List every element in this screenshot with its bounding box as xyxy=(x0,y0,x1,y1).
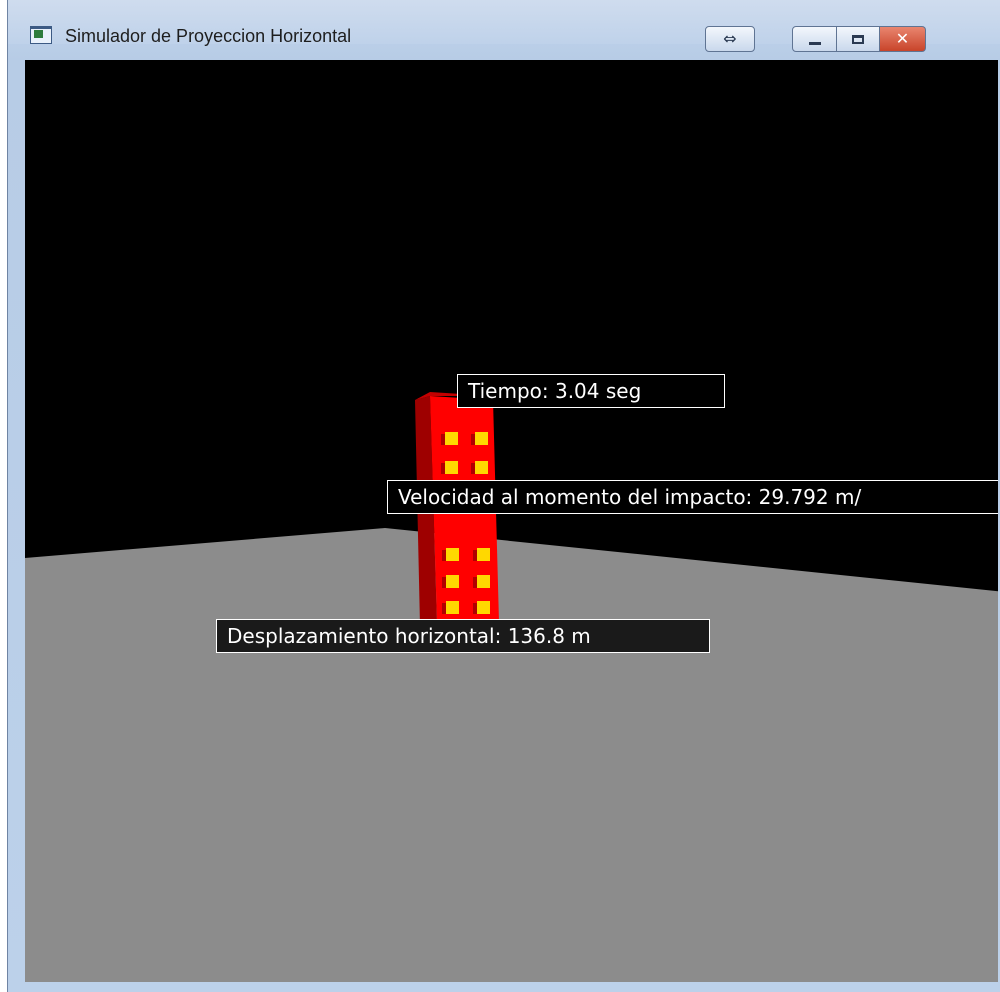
scene-3d xyxy=(25,392,998,982)
maximize-button[interactable] xyxy=(837,26,880,52)
building-window xyxy=(477,601,490,614)
close-icon: ✕ xyxy=(895,29,910,48)
time-label: Tiempo: 3.04 seg xyxy=(457,374,725,408)
minimize-icon xyxy=(808,41,821,45)
building-window xyxy=(446,575,459,588)
minimize-button[interactable] xyxy=(792,26,837,52)
double-arrow-icon: ⇔ xyxy=(723,29,737,48)
building-window xyxy=(475,432,488,445)
simulation-viewport[interactable]: Tiempo: 3.04 seg Velocidad al momento de… xyxy=(25,60,998,982)
building-window xyxy=(477,548,490,561)
close-button[interactable]: ✕ xyxy=(880,26,926,52)
building-window xyxy=(446,601,459,614)
resize-button[interactable]: ⇔ xyxy=(705,26,755,52)
title-bar[interactable]: Simulador de Proyeccion Horizontal ⇔ ✕ xyxy=(8,0,1000,52)
building-window xyxy=(445,461,458,474)
maximize-icon xyxy=(852,34,864,44)
building-window xyxy=(475,461,488,474)
building-window xyxy=(477,575,490,588)
building-window xyxy=(445,432,458,445)
window-title: Simulador de Proyeccion Horizontal xyxy=(65,26,352,46)
building-window xyxy=(446,548,459,561)
app-window: Simulador de Proyeccion Horizontal ⇔ ✕ T… xyxy=(7,0,1000,992)
ground-plane xyxy=(25,528,998,982)
horizontal-displacement-label: Desplazamiento horizontal: 136.8 m xyxy=(216,619,710,653)
impact-velocity-label: Velocidad al momento del impacto: 29.792… xyxy=(387,480,998,514)
app-icon[interactable] xyxy=(30,26,52,44)
